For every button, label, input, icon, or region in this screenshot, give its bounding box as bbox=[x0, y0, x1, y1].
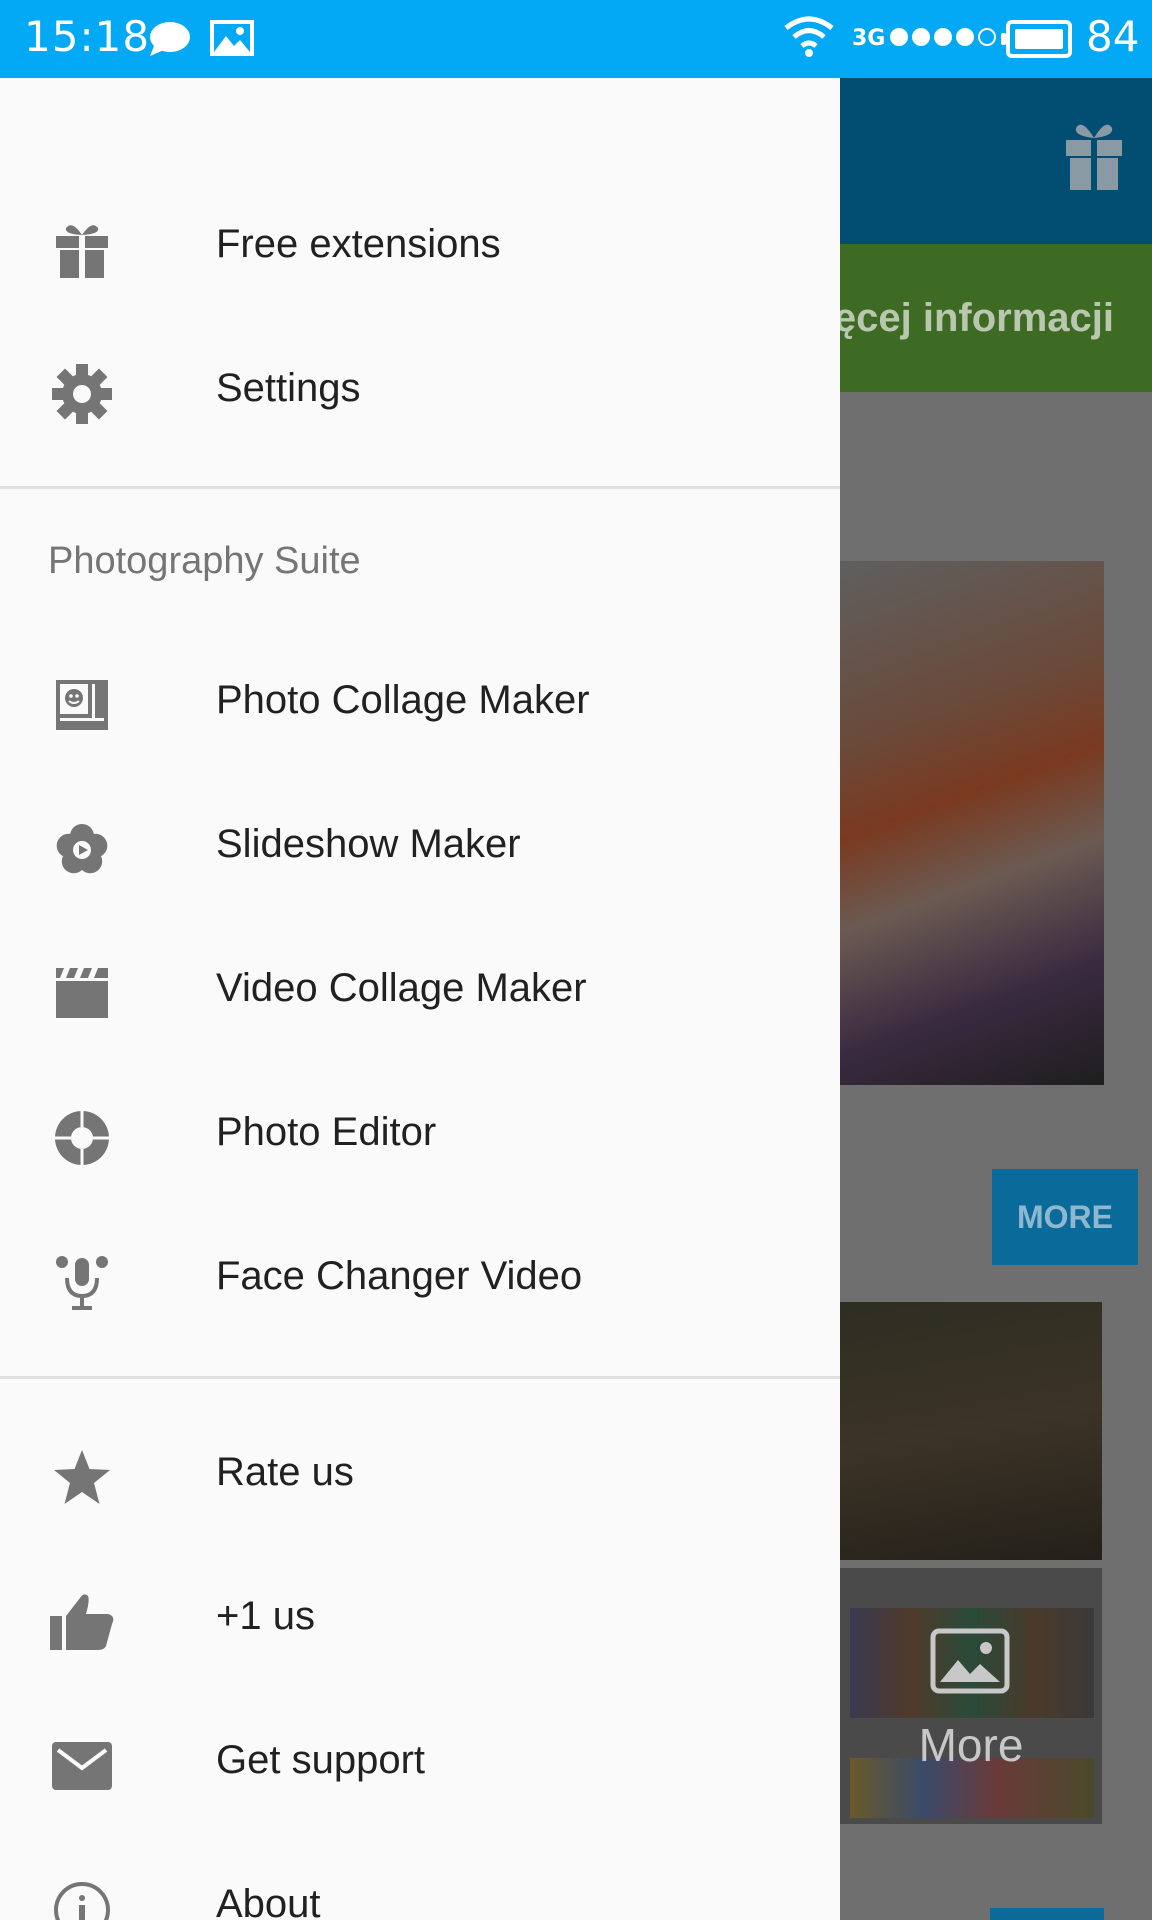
signal-strength-icon bbox=[890, 28, 996, 46]
background-photo bbox=[840, 1302, 1102, 1560]
background-photo bbox=[840, 561, 1104, 1085]
drawer-item-label: Video Collage Maker bbox=[216, 966, 587, 1010]
drawer-item-label: Rate us bbox=[216, 1450, 354, 1494]
drawer-divider bbox=[0, 1376, 840, 1379]
background-toolbar bbox=[840, 78, 1152, 244]
gift-icon bbox=[1066, 124, 1122, 190]
network-type: 3G bbox=[852, 26, 886, 51]
photo-collage-icon bbox=[56, 680, 108, 730]
section-header: Photography Suite bbox=[48, 540, 361, 582]
drawer-item-video-collage-maker[interactable]: Video Collage Maker bbox=[0, 922, 840, 1066]
drawer-item-label: Free extensions bbox=[216, 222, 501, 266]
drawer-item-label: Photo Collage Maker bbox=[216, 678, 590, 722]
image-notification-icon bbox=[210, 20, 254, 56]
gear-icon bbox=[52, 364, 112, 424]
drawer-item-plus-one-us[interactable]: +1 us bbox=[0, 1550, 840, 1694]
clapperboard-icon bbox=[56, 968, 108, 1018]
status-time: 15:18 bbox=[24, 12, 151, 61]
drawer-item-get-support[interactable]: Get support bbox=[0, 1694, 840, 1838]
image-icon bbox=[930, 1628, 1010, 1694]
background-app-scrim[interactable]: ęcej informacji MORE More bbox=[840, 78, 1152, 1920]
background-banner: ęcej informacji bbox=[840, 244, 1152, 392]
background-more-tile: More bbox=[840, 1568, 1102, 1824]
drawer-item-label: Photo Editor bbox=[216, 1110, 437, 1154]
drawer-item-label: +1 us bbox=[216, 1594, 315, 1638]
drawer-item-label: About bbox=[216, 1882, 321, 1920]
info-icon bbox=[54, 1882, 110, 1920]
battery-percent: 84 bbox=[1086, 12, 1140, 61]
background-banner-text: ęcej informacji bbox=[840, 296, 1114, 340]
mail-icon bbox=[52, 1742, 112, 1790]
drawer-item-label: Slideshow Maker bbox=[216, 822, 521, 866]
wifi-icon bbox=[784, 16, 834, 57]
drawer-divider bbox=[0, 486, 840, 489]
navigation-drawer: Free extensions Settings Photography Sui… bbox=[0, 78, 840, 1920]
drawer-item-slideshow-maker[interactable]: Slideshow Maker bbox=[0, 778, 840, 922]
drawer-item-about[interactable]: About bbox=[0, 1838, 840, 1920]
drawer-item-rate-us[interactable]: Rate us bbox=[0, 1406, 840, 1550]
lens-aperture-icon bbox=[55, 1111, 109, 1165]
background-button bbox=[990, 1908, 1104, 1920]
drawer-item-label: Get support bbox=[216, 1738, 426, 1782]
message-notification-icon bbox=[150, 22, 190, 56]
star-icon bbox=[54, 1450, 110, 1504]
status-bar: 15:18 3G 84 bbox=[0, 0, 1152, 78]
drawer-item-label: Settings bbox=[216, 366, 361, 410]
drawer-item-photo-editor[interactable]: Photo Editor bbox=[0, 1066, 840, 1210]
background-more-button: MORE bbox=[992, 1169, 1138, 1265]
background-more-label: More bbox=[918, 1719, 1024, 1771]
drawer-item-label: Face Changer Video bbox=[216, 1254, 583, 1298]
gift-icon bbox=[56, 225, 108, 278]
drawer-item-settings[interactable]: Settings bbox=[0, 322, 840, 466]
drawer-item-free-extensions[interactable]: Free extensions bbox=[0, 178, 840, 322]
battery-icon bbox=[1001, 20, 1072, 58]
drawer-item-face-changer-video[interactable]: Face Changer Video bbox=[0, 1210, 840, 1354]
microphone-icon bbox=[56, 1256, 108, 1310]
slideshow-icon bbox=[56, 824, 108, 874]
drawer-item-photo-collage-maker[interactable]: Photo Collage Maker bbox=[0, 634, 840, 778]
thumbs-up-icon bbox=[50, 1594, 114, 1650]
